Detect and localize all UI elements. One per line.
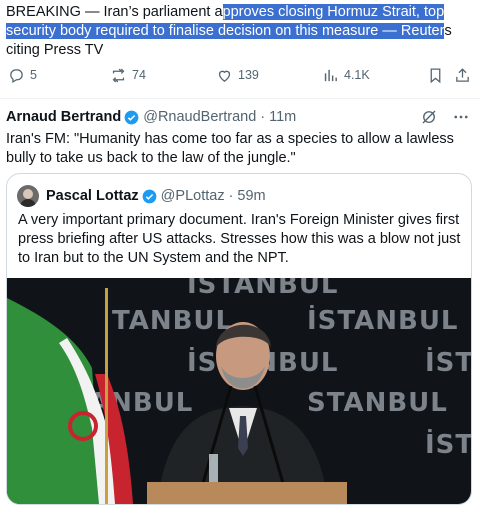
views-button[interactable]: 4.1K: [322, 62, 370, 88]
views-icon: [324, 69, 337, 81]
retweet-text: Iran's FM: "Humanity has come too far as…: [6, 131, 454, 166]
quoted-author-handle[interactable]: @PLottaz: [161, 188, 225, 204]
timestamp[interactable]: 11m: [269, 109, 296, 125]
quoted-tweet[interactable]: Pascal Lottaz @PLottaz · 59m A very impo…: [6, 173, 472, 505]
share-button[interactable]: [454, 62, 471, 88]
bookmark-button[interactable]: [427, 62, 444, 88]
like-icon: [218, 70, 231, 82]
repost-count: 74: [132, 68, 146, 82]
photo-scene: [7, 288, 347, 504]
quoted-header: Pascal Lottaz @PLottaz · 59m: [17, 185, 266, 207]
author-name[interactable]: Arnaud Bertrand: [6, 109, 121, 125]
avatar[interactable]: [17, 185, 39, 207]
podium: [147, 482, 347, 504]
quoted-author-name[interactable]: Pascal Lottaz: [46, 188, 139, 204]
grok-icon[interactable]: [420, 108, 438, 126]
reply-button[interactable]: 5: [8, 62, 37, 88]
separator-dot: ·: [260, 109, 266, 125]
tweet-text: BREAKING — Iran’s parliament approves cl…: [6, 3, 472, 60]
tweet-text-start: BREAKING — Iran’s parliament a: [6, 4, 223, 20]
tweet-actions: 5 74 139 4.1K: [0, 62, 480, 88]
repost-button[interactable]: 74: [110, 62, 146, 88]
verified-badge-icon: [124, 110, 139, 124]
quoted-text: A very important primary document. Iran'…: [18, 212, 461, 266]
retweet-header: Arnaud Bertrand @RnaudBertrand · 11m: [6, 107, 296, 127]
separator-dot: ·: [228, 188, 234, 204]
water-bottle: [209, 454, 218, 484]
share-icon: [456, 67, 469, 82]
bookmark-icon: [430, 67, 441, 83]
like-count: 139: [238, 68, 259, 82]
reply-count: 5: [30, 68, 37, 82]
author-handle[interactable]: @RnaudBertrand: [143, 109, 256, 125]
verified-badge-icon: [142, 189, 157, 203]
more-icon[interactable]: [452, 108, 470, 126]
repost-icon: [112, 68, 125, 82]
reply-icon: [10, 68, 23, 83]
flagpole: [105, 288, 108, 504]
retweet-header-actions: [420, 107, 470, 127]
like-button[interactable]: 139: [216, 62, 259, 88]
divider: [0, 98, 480, 99]
views-count: 4.1K: [344, 68, 370, 82]
media-image[interactable]: ISTANBUL TANBUL İSTANBUL İSTANBUL NB İST…: [7, 278, 471, 504]
quoted-timestamp[interactable]: 59m: [237, 188, 265, 204]
